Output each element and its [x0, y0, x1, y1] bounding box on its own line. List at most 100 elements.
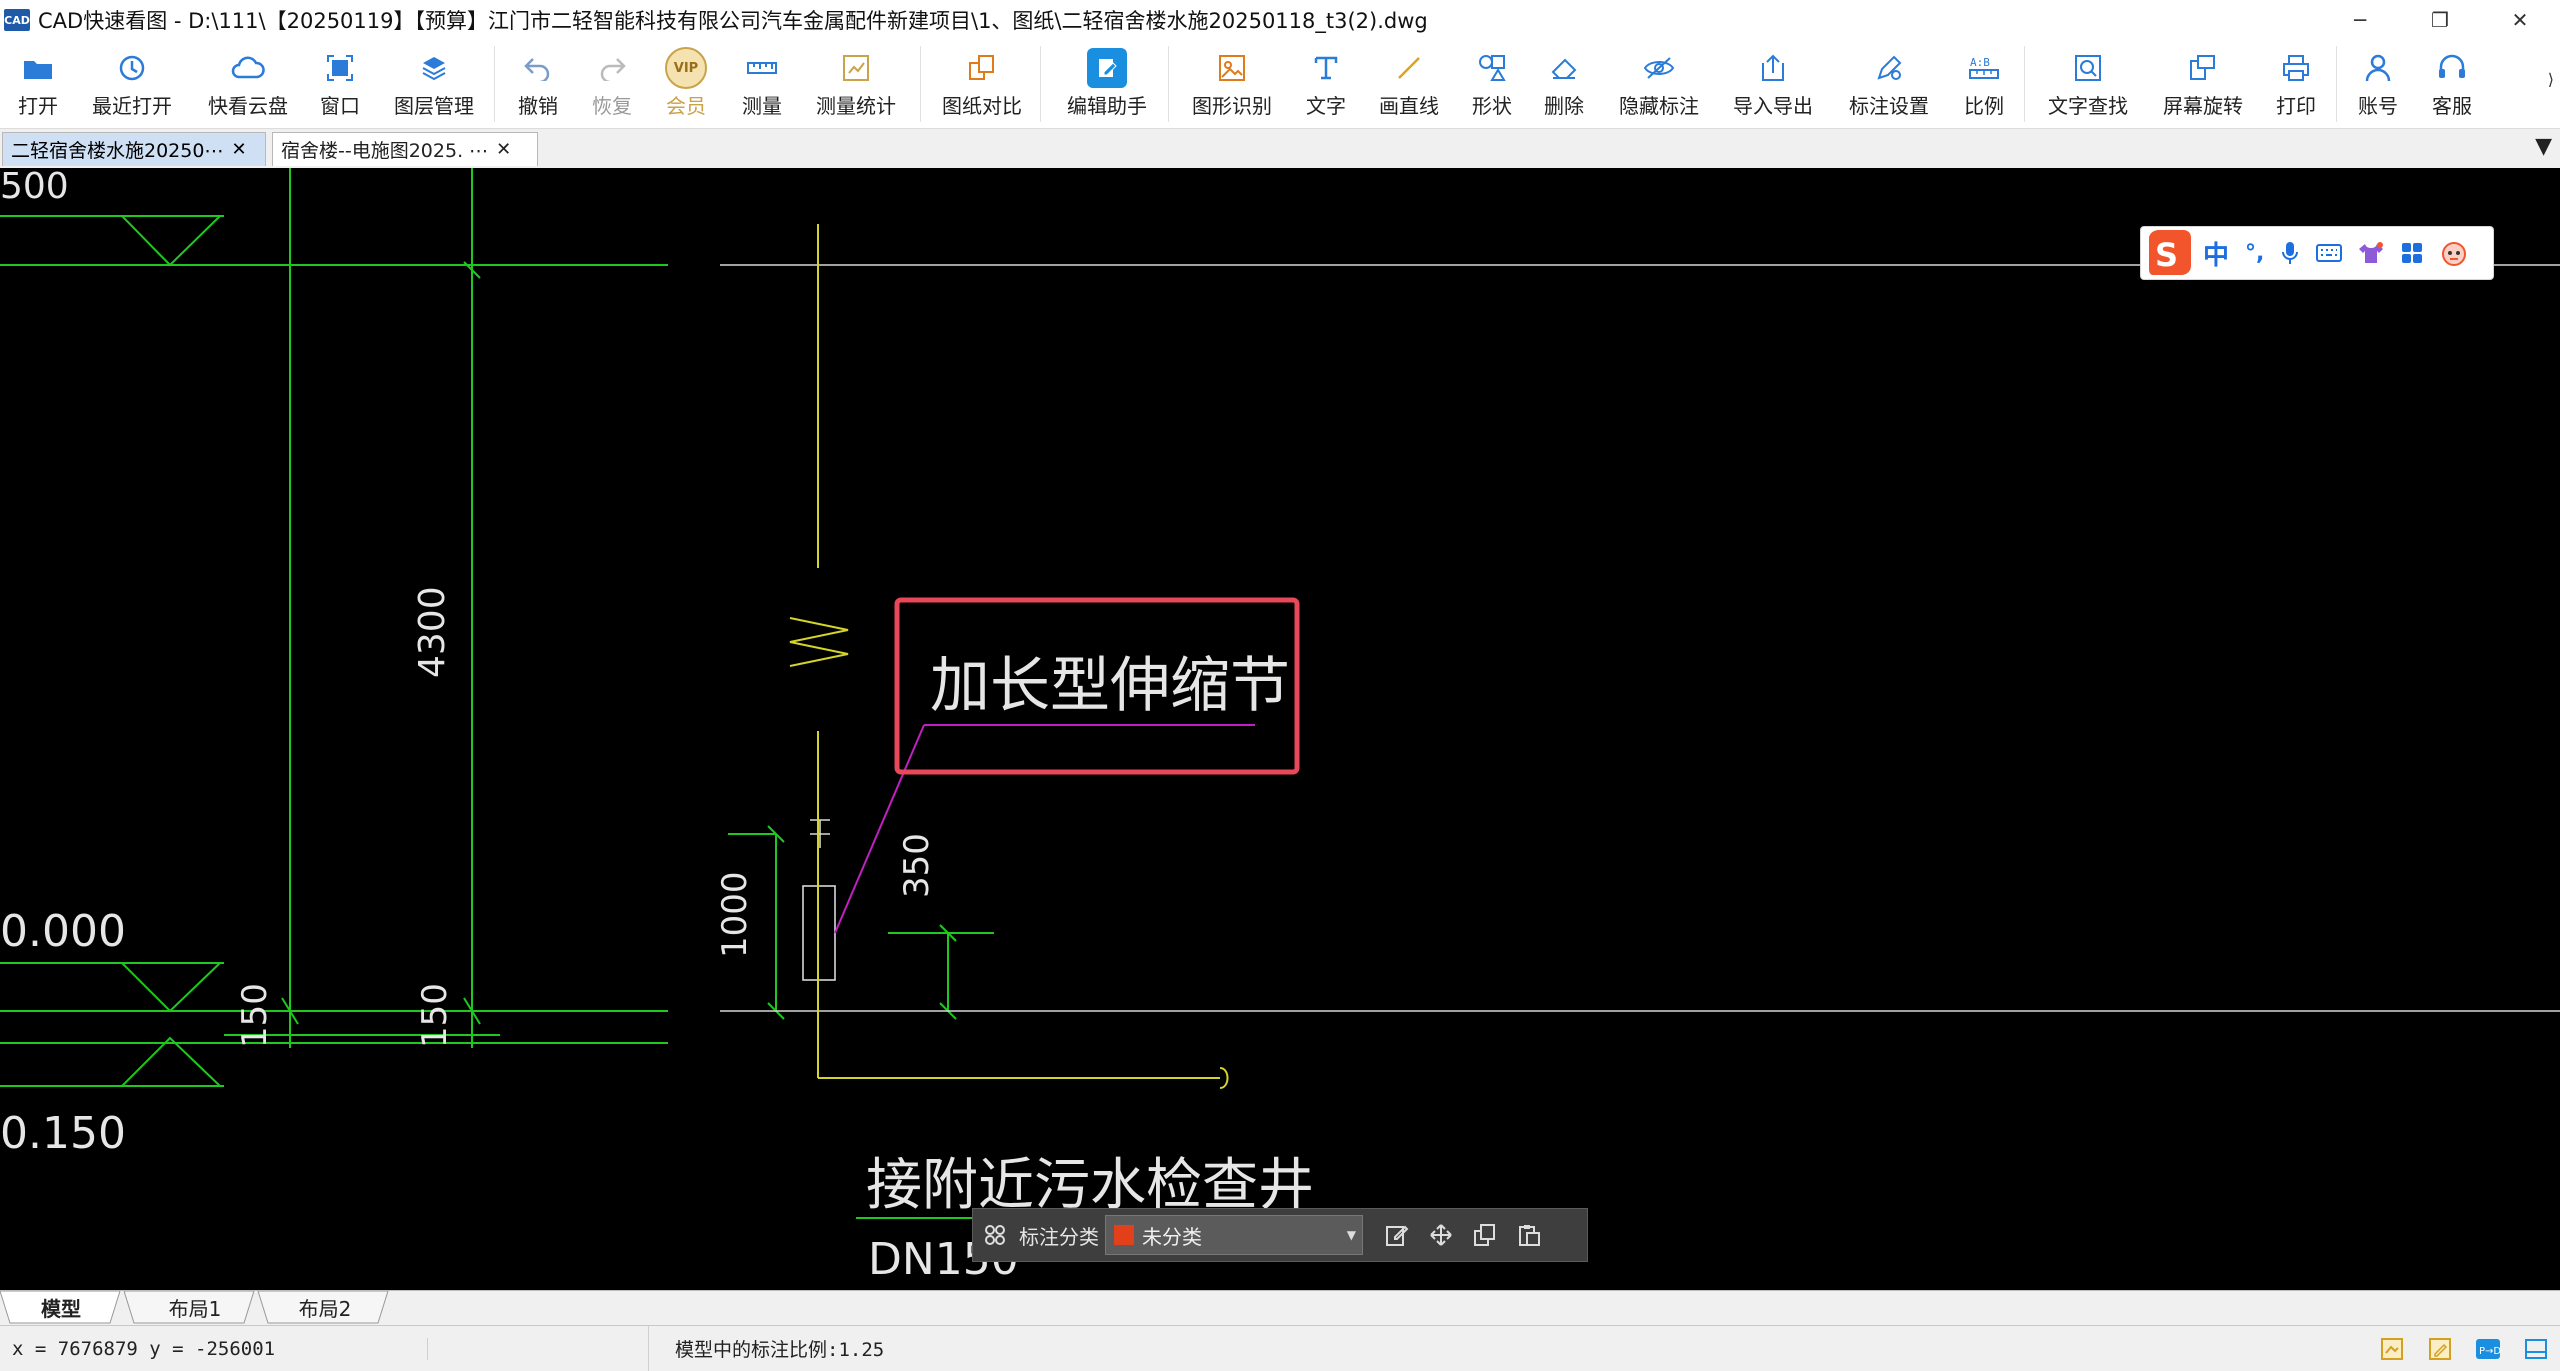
toolbar-overflow-icon[interactable]: ⟩ [2548, 70, 2554, 89]
delete-button[interactable]: 删除 [1542, 40, 1586, 128]
account-button[interactable]: 账号 [2356, 40, 2400, 128]
category-color-swatch [1114, 1225, 1134, 1245]
dim-150-b: 150 [415, 983, 455, 1048]
user-icon [2364, 50, 2392, 86]
text-label: 文字 [1306, 94, 1346, 118]
shape-recog-icon [1217, 50, 1247, 86]
tab-doc-2[interactable]: 宿舍楼--电施图2025. ⋯ ✕ [272, 132, 538, 166]
vip-button[interactable]: VIP 会员 [664, 40, 708, 128]
layout-tab-model[interactable]: 模型 [6, 1291, 116, 1323]
ime-mode-chinese[interactable]: 中 [2203, 235, 2229, 272]
measure-stats-button[interactable]: 测量统计 [814, 40, 898, 128]
text-button[interactable]: 文字 [1304, 40, 1348, 128]
text-search-button[interactable]: 文字查找 [2046, 40, 2130, 128]
compare-button[interactable]: 图纸对比 [940, 40, 1024, 128]
move-icon[interactable] [1419, 1209, 1463, 1261]
import-export-button[interactable]: 导入导出 [1730, 40, 1816, 128]
document-tab-bar: 二轻宿舍楼水施20250⋯ ✕ 宿舍楼--电施图2025. ⋯ ✕ ▼ [0, 129, 2560, 169]
cad-drawing: 500 4300 0.000 150 150 0.150 1000 350 加长… [0, 168, 2560, 1285]
support-label: 客服 [2432, 94, 2472, 118]
ime-punct[interactable]: °, [2245, 241, 2264, 266]
open-label: 打开 [18, 94, 58, 118]
ime-mascot-icon[interactable] [2440, 239, 2468, 267]
undo-button[interactable]: 撤销 [516, 40, 560, 128]
redo-icon [597, 50, 627, 86]
vip-label: 会员 [666, 94, 706, 118]
ime-toolbar[interactable]: S 中 °, [2140, 226, 2494, 280]
window-button[interactable]: 窗口 [318, 40, 362, 128]
redo-button[interactable]: 恢复 [590, 40, 634, 128]
panel-toggle-icon[interactable] [2512, 1326, 2560, 1371]
dim-150-a: 150 [235, 983, 275, 1048]
level-zero: 0.000 [0, 906, 126, 957]
annotate-icon[interactable] [2416, 1326, 2464, 1371]
cloud-icon [231, 50, 265, 86]
measure-button[interactable]: 测量 [740, 40, 784, 128]
close-icon[interactable]: ✕ [231, 139, 246, 160]
dim-350: 350 [897, 833, 937, 898]
hide-annot-button[interactable]: 隐藏标注 [1616, 40, 1702, 128]
app-logo-icon: CAD [4, 9, 30, 31]
support-button[interactable]: 客服 [2430, 40, 2474, 128]
minimize-button[interactable]: ─ [2320, 0, 2400, 40]
hide-annot-label: 隐藏标注 [1619, 94, 1699, 118]
history-icon [117, 50, 147, 86]
category-select[interactable]: 未分类 ▼ [1105, 1215, 1363, 1255]
ratio-icon: A:B [1968, 50, 2000, 86]
rotate-screen-button[interactable]: 屏幕旋转 [2160, 40, 2246, 128]
drawing-canvas[interactable]: 500 4300 0.000 150 150 0.150 1000 350 加长… [0, 168, 2560, 1290]
eye-off-icon [1643, 50, 1675, 86]
open-button[interactable]: 打开 [10, 40, 66, 128]
ratio-button[interactable]: A:B 比例 [1962, 40, 2006, 128]
grid-icon[interactable] [973, 1209, 1017, 1261]
cloud-label: 快看云盘 [208, 94, 288, 118]
annotation-scale: 模型中的标注比例:1.25 [675, 1339, 885, 1361]
pdf-icon[interactable]: P→D [2464, 1326, 2512, 1371]
layers-button[interactable]: 图层管理 [392, 40, 476, 128]
account-label: 账号 [2358, 94, 2398, 118]
text-search-icon [2073, 50, 2103, 86]
copy-icon[interactable] [1463, 1209, 1507, 1261]
rotate-screen-label: 屏幕旋转 [2163, 94, 2243, 118]
title-bar: CAD CAD快速看图 - D:\111\【20250119】【预算】江门市二轻… [0, 0, 2560, 40]
microphone-icon[interactable] [2280, 240, 2300, 266]
chevron-down-icon: ▼ [1346, 1228, 1356, 1242]
cloud-button[interactable]: 快看云盘 [204, 40, 292, 128]
window-icon [326, 50, 354, 86]
shape-recog-button[interactable]: 图形识别 [1190, 40, 1274, 128]
edit-icon[interactable] [1375, 1209, 1419, 1261]
category-label: 标注分类 [1019, 1224, 1099, 1249]
layout-tab-2[interactable]: 布局2 [262, 1291, 388, 1323]
skin-shirt-icon[interactable] [2358, 241, 2384, 265]
snapshot-icon[interactable] [2368, 1326, 2416, 1371]
edit-assistant-button[interactable]: 编辑助手 [1064, 40, 1150, 128]
compare-label: 图纸对比 [942, 94, 1022, 118]
toolbox-grid-icon[interactable] [2400, 241, 2424, 265]
rotate-screen-icon [2188, 50, 2218, 86]
sogou-logo-icon[interactable]: S [2143, 228, 2193, 278]
layers-icon [420, 50, 448, 86]
tab-doc-1[interactable]: 二轻宿舍楼水施20250⋯ ✕ [2, 132, 266, 166]
recent-button[interactable]: 最近打开 [88, 40, 176, 128]
ratio-label: 比例 [1964, 94, 2004, 118]
layout-tab-1[interactable]: 布局1 [132, 1291, 258, 1323]
vip-icon: VIP [665, 47, 707, 89]
window-title: CAD快速看图 - D:\111\【20250119】【预算】江门市二轻智能科技… [38, 9, 1428, 33]
stats-icon [841, 50, 871, 86]
delete-label: 删除 [1544, 94, 1584, 118]
shape-button[interactable]: 形状 [1470, 40, 1514, 128]
annot-settings-button[interactable]: 标注设置 [1846, 40, 1932, 128]
paste-icon[interactable] [1507, 1209, 1551, 1261]
keyboard-icon[interactable] [2316, 243, 2343, 263]
ruler-icon [746, 50, 778, 86]
close-icon[interactable]: ✕ [496, 139, 511, 160]
tab-label: 宿舍楼--电施图2025. ⋯ [281, 140, 489, 162]
line-button[interactable]: 画直线 [1376, 40, 1442, 128]
print-button[interactable]: 打印 [2274, 40, 2318, 128]
compare-icon [967, 50, 997, 86]
tab-label: 二轻宿舍楼水施20250⋯ [11, 140, 224, 162]
restore-button[interactable]: ❐ [2400, 0, 2480, 40]
close-button[interactable]: ✕ [2480, 0, 2560, 40]
window-controls: ─ ❐ ✕ [2320, 0, 2560, 40]
tab-list-dropdown-icon[interactable]: ▼ [2535, 134, 2552, 159]
